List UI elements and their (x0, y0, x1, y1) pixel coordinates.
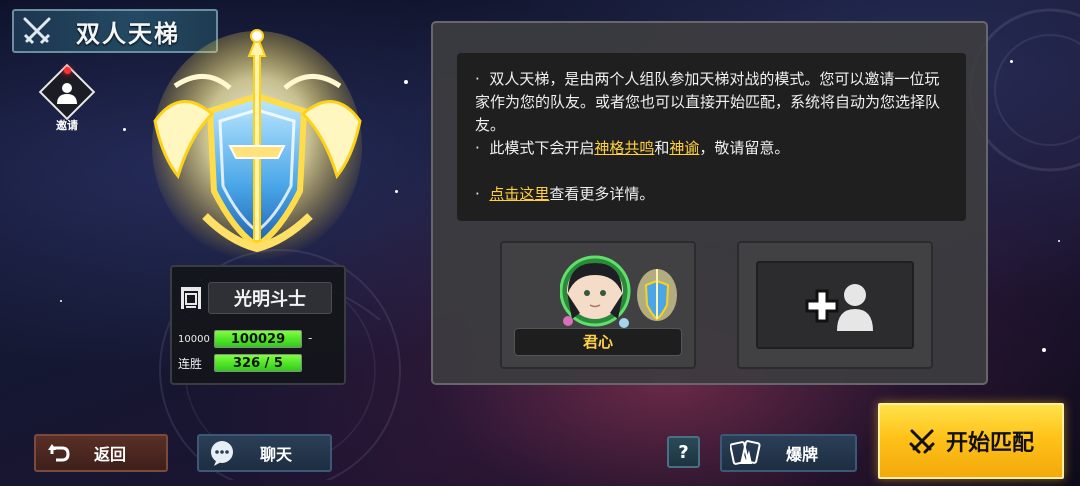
rank-panel: 光明斗士 10000 100029 - 连胜 326 / 5 (170, 265, 346, 385)
teammate-rank-icon (637, 269, 677, 321)
star-decoration (60, 300, 62, 302)
crossed-swords-icon (14, 11, 60, 51)
burst-button[interactable]: 爆牌 (720, 434, 857, 472)
click-here-link[interactable]: 点击这里 (489, 185, 549, 203)
burst-label: 爆牌 (786, 445, 819, 464)
description-box: · 双人天梯，是由两个人组队参加天梯对战的模式。您可以邀请一位玩家作为您的队友。… (457, 53, 966, 221)
rank-title: 光明斗士 (208, 282, 332, 314)
star-decoration (404, 80, 408, 84)
chat-label: 聊天 (260, 445, 293, 464)
player-slot[interactable]: 君心 (500, 241, 696, 369)
star-decoration (123, 128, 126, 131)
points-bar: 100029 (214, 330, 302, 348)
bullet: · (475, 139, 480, 157)
card-burst-icon (730, 440, 761, 465)
description-paragraph-1: · 双人天梯，是由两个人组队参加天梯对战的模式。您可以邀请一位玩家作为您的队友。… (475, 68, 950, 137)
star-decoration (1058, 240, 1060, 242)
notification-dot (64, 67, 71, 74)
invite-button[interactable]: 邀请 (37, 63, 97, 134)
invite-label: 邀请 (56, 119, 78, 132)
chat-button[interactable]: 聊天 (197, 434, 332, 472)
avatar-icon (560, 255, 631, 328)
points-value: 100029 (230, 332, 286, 347)
bullet: · (475, 70, 480, 88)
divine-resonance-link[interactable]: 神格共鸣 (594, 139, 654, 157)
info-panel: · 双人天梯，是由两个人组队参加天梯对战的模式。您可以邀请一位玩家作为您的队友。… (431, 21, 988, 385)
invite-user-icon (57, 83, 77, 104)
description-text: ，敬请留意。 (699, 139, 790, 157)
back-label: 返回 (94, 445, 127, 464)
points-row: 10000 (178, 330, 210, 348)
teammate-slot[interactable] (737, 241, 933, 369)
description-text: 双人天梯，是由两个人组队参加天梯对战的模式。您可以邀请一位玩家作为您的队友。或者… (475, 70, 941, 134)
player-name: 君心 (514, 328, 682, 356)
description-text: 和 (654, 139, 670, 157)
streak-label: 连胜 (178, 356, 203, 371)
streak-row: 连胜 (178, 354, 202, 372)
description-text: 此模式下会开启 (489, 139, 595, 157)
add-teammate-icon (805, 284, 873, 331)
star-decoration (395, 190, 398, 193)
bullet: · (475, 185, 480, 203)
chat-bubble-icon (211, 441, 233, 466)
rank-emblem-icon (152, 29, 362, 261)
description-paragraph-3: · 点击这里查看更多详情。 (475, 183, 950, 206)
streak-bar: 326 / 5 (214, 354, 302, 372)
points-label: 10000 (178, 333, 210, 345)
start-match-button[interactable]: 开始匹配 (878, 403, 1064, 479)
streak-value: 326 / 5 (233, 356, 283, 371)
back-arrow-icon (48, 444, 70, 462)
points-suffix: - (308, 331, 313, 345)
rank-title-icon (181, 287, 201, 309)
start-swords-icon (909, 429, 935, 454)
oracle-link[interactable]: 神谕 (669, 139, 699, 157)
star-decoration (1042, 348, 1046, 352)
help-button[interactable]: ? (667, 436, 700, 468)
start-label: 开始匹配 (945, 431, 1034, 456)
back-button[interactable]: 返回 (34, 434, 168, 472)
description-paragraph-2: · 此模式下会开启神格共鸣和神谕，敬请留意。 (475, 137, 950, 160)
description-text: 查看更多详情。 (549, 185, 655, 203)
